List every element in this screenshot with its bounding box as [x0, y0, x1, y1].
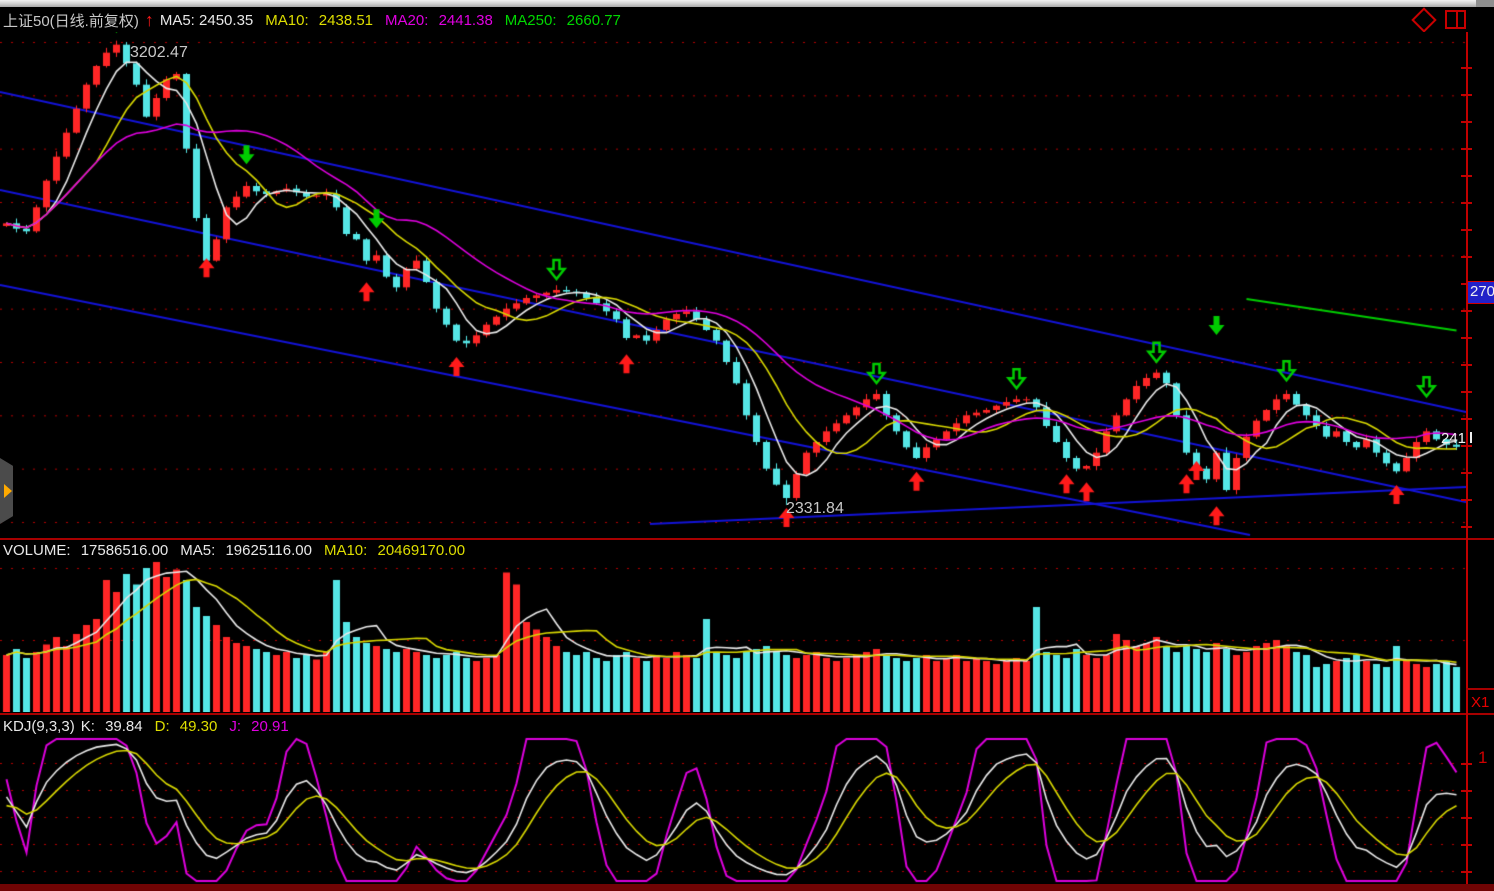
volume-bar-chart[interactable]: [0, 560, 1466, 712]
last-price-label-clipped: [1470, 432, 1472, 443]
main-candlestick-chart[interactable]: [0, 32, 1466, 538]
ma5-label: MA5:: [160, 12, 195, 29]
ma10-label: MA10:: [265, 12, 308, 29]
kdj-j-label: J:: [229, 718, 241, 735]
kdj-d-label: D:: [155, 718, 170, 735]
bottom-window-edge: [0, 884, 1494, 891]
trading-app-window: 上证50(日线.前复权) ↑ MA5: 2450.35 MA10: 2438.5…: [0, 0, 1494, 891]
volume-ma10-label: MA10:: [324, 542, 367, 559]
kdj-j-value: 20.91: [251, 718, 289, 735]
axis-price-label-2700: 270: [1467, 281, 1494, 304]
volume-label: VOLUME:: [3, 542, 71, 559]
ma250-label: MA250:: [505, 12, 557, 29]
kdj-scale-label: 1: [1478, 748, 1487, 768]
kdj-label: KDJ(9,3,3): [3, 718, 75, 735]
window-controls: [1415, 10, 1466, 29]
low-price-annotation: 2331.84: [786, 500, 844, 518]
kdj-header: KDJ(9,3,3) K: 39.84 D: 49.30 J: 20.91: [3, 715, 301, 737]
ma5-value: 2450.35: [199, 12, 253, 29]
kdj-line-chart[interactable]: [0, 736, 1466, 884]
volume-ma5-label: MA5:: [180, 542, 215, 559]
split-window-icon[interactable]: [1445, 10, 1466, 29]
ma20-value: 2441.38: [439, 12, 493, 29]
right-price-axis[interactable]: [1466, 32, 1468, 884]
sidebar-expand-tab[interactable]: [0, 458, 13, 524]
ma20-label: MA20:: [385, 12, 428, 29]
ma250-value: 2660.77: [567, 12, 621, 29]
symbol-title[interactable]: 上证50(日线.前复权): [3, 10, 139, 31]
kdj-d-value: 49.30: [180, 718, 218, 735]
kdj-k-label: K:: [81, 718, 95, 735]
ma10-value: 2438.51: [319, 12, 373, 29]
volume-value: 17586516.00: [81, 542, 169, 559]
expand-arrow-icon: [4, 484, 12, 498]
volume-scale-label: X1: [1471, 694, 1489, 711]
main-chart-header: 上证50(日线.前复权) ↑ MA5: 2450.35 MA10: 2438.5…: [3, 9, 633, 31]
volume-ma5-value: 19625116.00: [225, 542, 311, 559]
kdj-k-value: 39.84: [105, 718, 143, 735]
volume-ma10-value: 20469170.00: [377, 542, 465, 559]
signal-up-arrow-icon: ↑: [145, 10, 154, 31]
diamond-icon[interactable]: [1411, 7, 1436, 32]
window-top-strip: [0, 0, 1494, 7]
volume-header: VOLUME: 17586516.00 MA5: 19625116.00 MA1…: [3, 539, 477, 561]
window-top-strip-handle[interactable]: [1476, 0, 1494, 7]
volume-scale-border: [1466, 688, 1494, 690]
high-price-annotation: 3202.47: [130, 44, 188, 62]
